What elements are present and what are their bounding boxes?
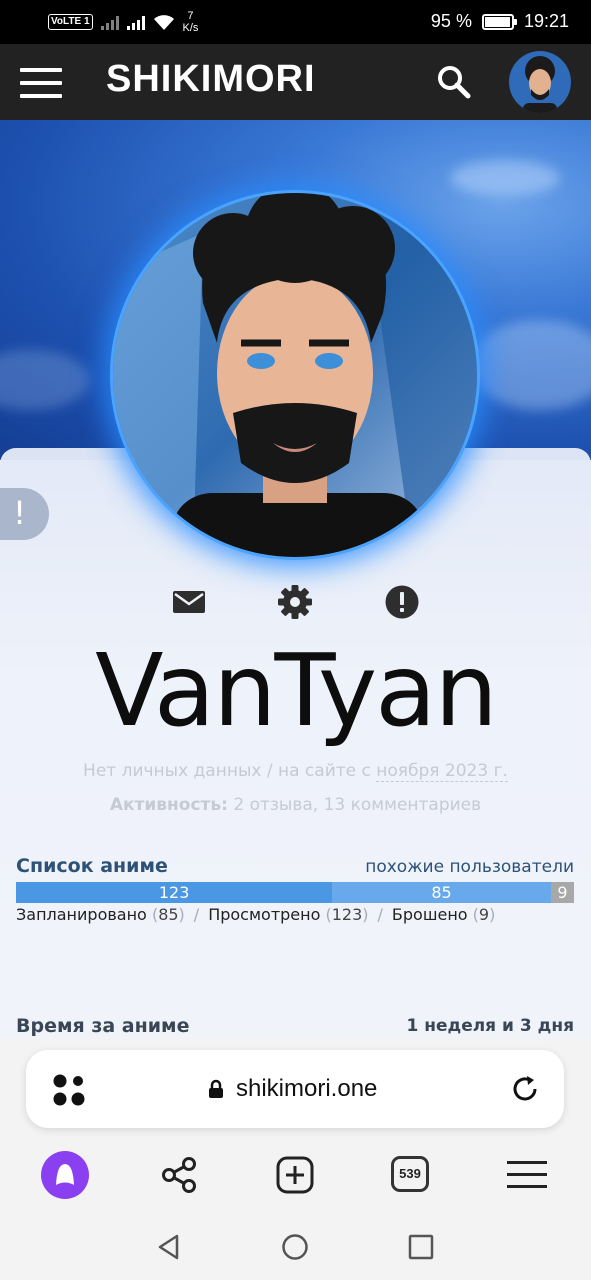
site-logo[interactable]: SHIKIMORI xyxy=(106,58,316,101)
address-bar[interactable]: shikimori.one xyxy=(26,1050,564,1128)
mail-icon[interactable] xyxy=(171,584,207,620)
apps-dots-icon[interactable] xyxy=(52,1073,86,1107)
volte-badge: VoLTE 1 xyxy=(48,14,93,30)
comments-link[interactable]: 13 комментариев xyxy=(324,795,482,815)
tabs-icon[interactable]: 539 xyxy=(391,1156,429,1192)
no-personal-data: Нет личных данных xyxy=(83,761,262,781)
lock-icon xyxy=(209,1079,223,1098)
stat-planned[interactable]: Запланировано (85) xyxy=(16,905,185,924)
header-avatar[interactable] xyxy=(509,51,571,113)
progress-watched[interactable]: 123 xyxy=(16,882,333,903)
clock: 19:21 xyxy=(523,11,569,31)
signal-icon-1 xyxy=(100,14,119,30)
stat-watched[interactable]: Просмотрено (123) xyxy=(208,905,368,924)
signal-icon-2 xyxy=(126,14,145,30)
progress-dropped[interactable]: 9 xyxy=(550,882,574,903)
activity-label: Активность: xyxy=(109,795,228,815)
reviews-link[interactable]: 2 отзыва xyxy=(233,795,312,815)
profile-info: Нет личных данных / на сайте с ноября 20… xyxy=(83,761,508,782)
back-icon[interactable] xyxy=(155,1233,183,1261)
alice-assistant-icon[interactable] xyxy=(40,1150,90,1200)
stat-dropped[interactable]: Брошено (9) xyxy=(392,905,495,924)
battery-percent: 95 % xyxy=(430,11,472,31)
wifi-icon xyxy=(153,15,174,30)
hamburger-icon[interactable] xyxy=(20,68,62,98)
profile-avatar xyxy=(113,193,477,557)
network-speed: 7 K/s xyxy=(182,10,199,34)
anime-list-progress-bar: 123 85 9 xyxy=(16,882,574,903)
anime-time-title: Время за аниме xyxy=(16,1015,190,1037)
menu-icon[interactable] xyxy=(507,1161,547,1188)
report-icon[interactable] xyxy=(384,584,420,620)
reload-icon[interactable] xyxy=(510,1074,540,1104)
site-header: SHIKIMORI xyxy=(0,44,591,120)
progress-planned[interactable]: 85 xyxy=(332,882,551,903)
anime-list-stats: Запланировано (85) / Просмотрено (123) / Бро… xyxy=(16,905,496,924)
battery-icon xyxy=(481,13,517,30)
anime-list-title[interactable]: Список аниме xyxy=(16,855,168,877)
recents-icon[interactable] xyxy=(407,1233,435,1261)
new-tab-icon[interactable] xyxy=(276,1156,314,1194)
status-bar-left: VoLTE 1 7 K/s xyxy=(48,10,198,34)
similar-users-link[interactable]: похожие пользователи xyxy=(365,857,574,877)
search-icon[interactable] xyxy=(436,64,472,100)
url-text[interactable]: shikimori.one xyxy=(236,1075,377,1103)
member-since[interactable]: ноября 2023 г. xyxy=(376,761,508,782)
status-bar-right: 95 % 19:21 xyxy=(431,11,569,32)
status-bar: VoLTE 1 7 K/s 95 % 19:21 xyxy=(0,0,591,44)
share-icon[interactable] xyxy=(160,1156,198,1194)
anime-time-value: 1 неделя и 3 дня xyxy=(406,1016,574,1036)
settings-gear-icon[interactable] xyxy=(277,584,313,620)
activity-line: Активность: 2 отзыва, 13 комментариев xyxy=(109,795,482,815)
username: VanTyan xyxy=(95,632,498,749)
home-icon[interactable] xyxy=(281,1233,309,1261)
